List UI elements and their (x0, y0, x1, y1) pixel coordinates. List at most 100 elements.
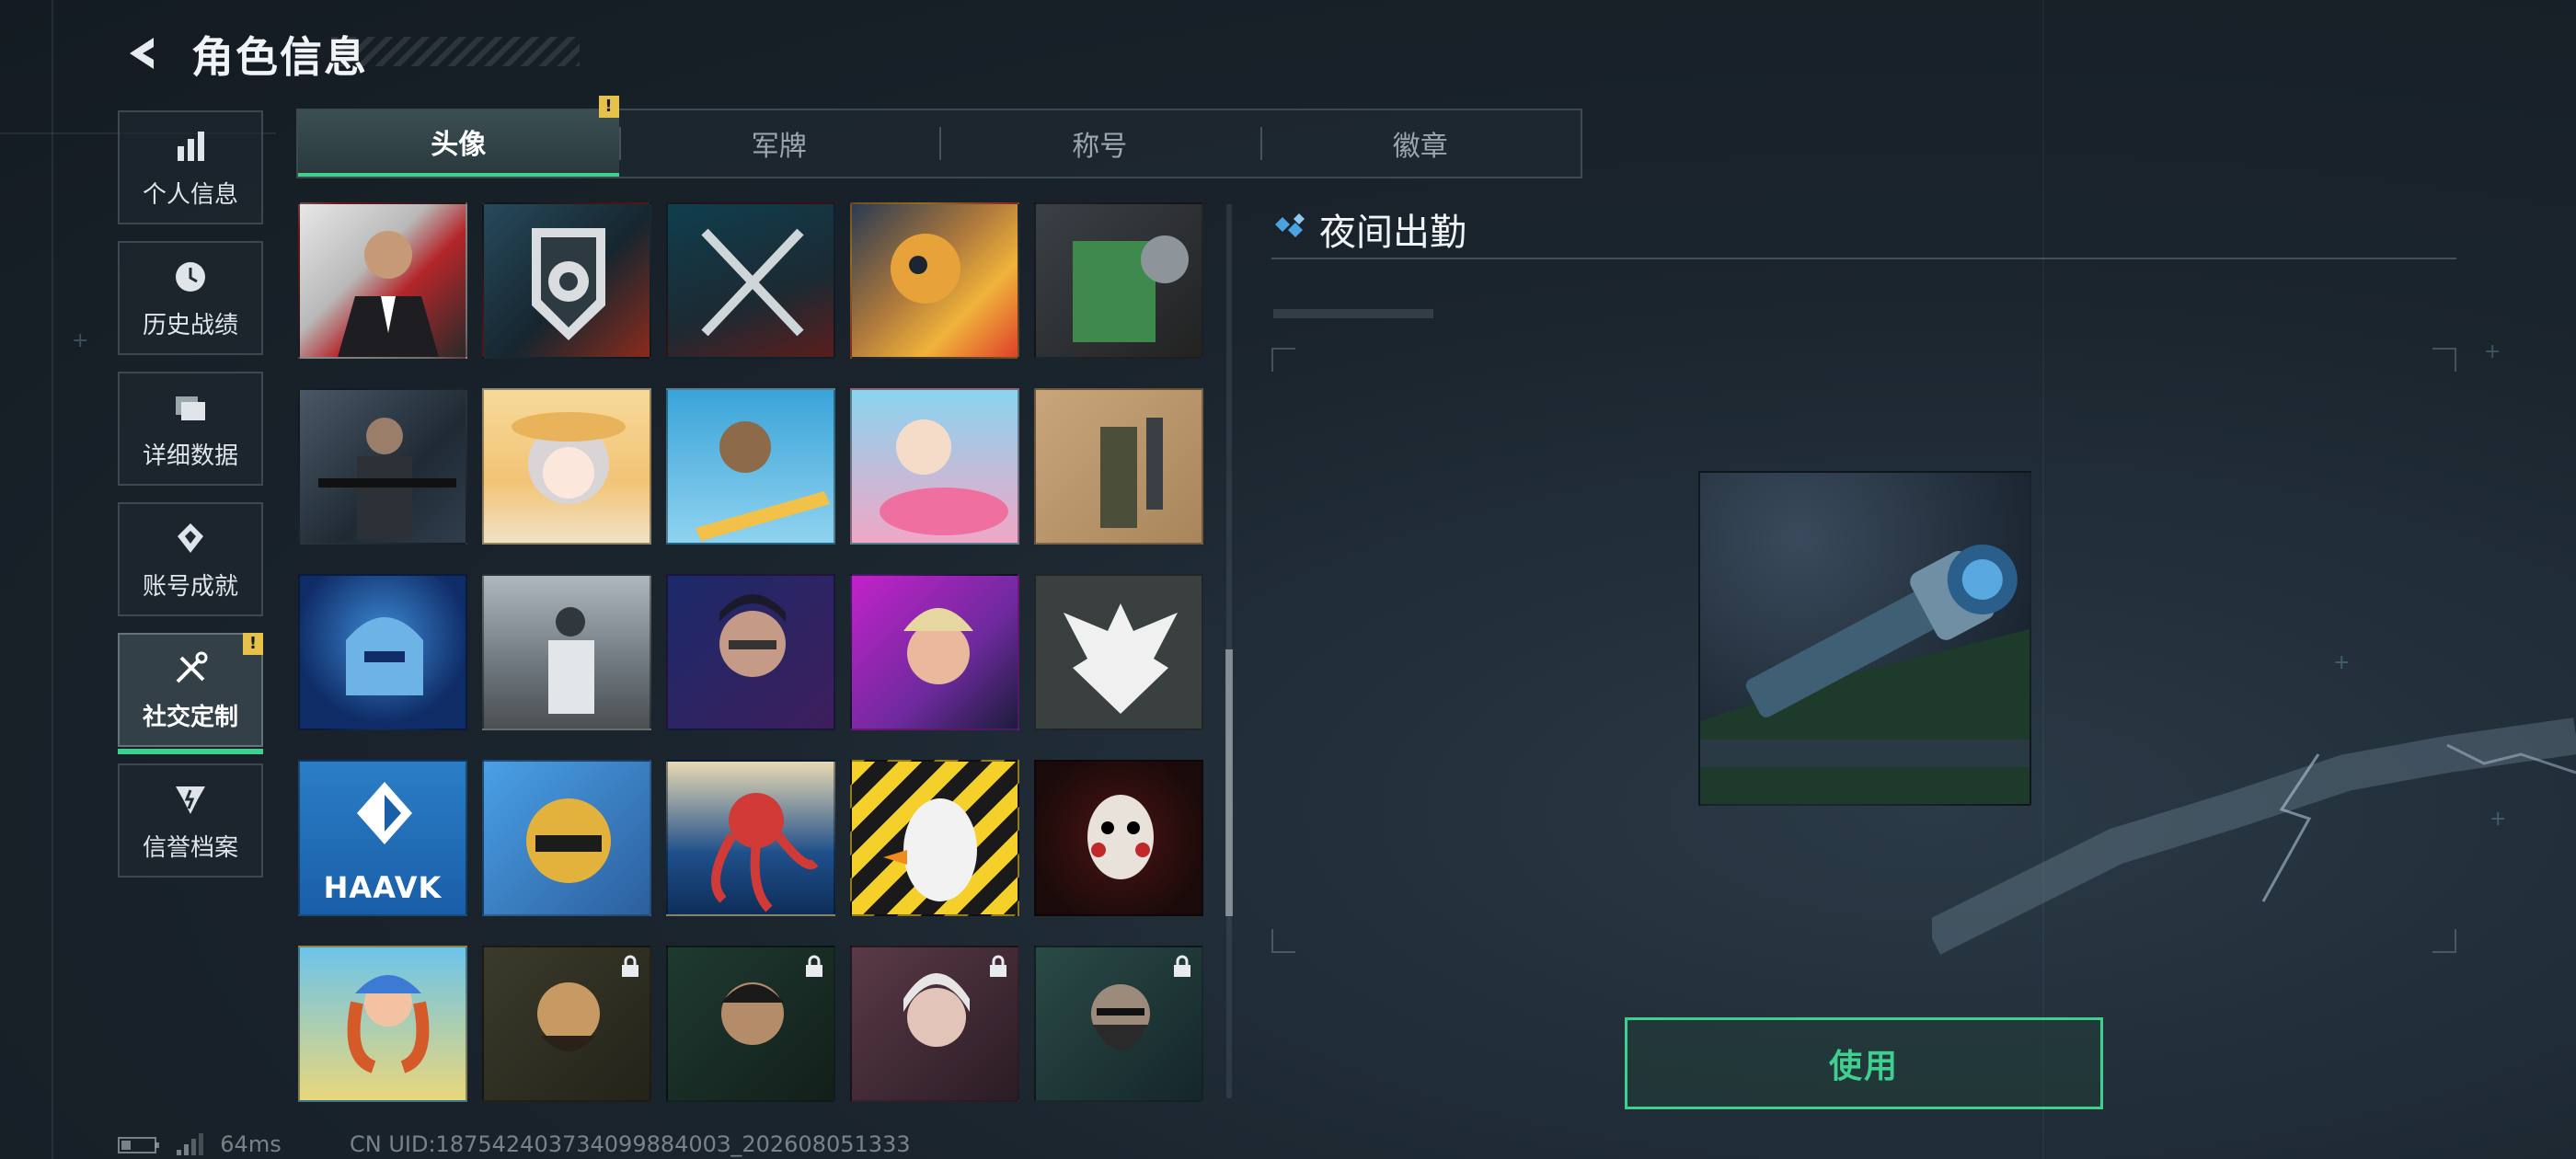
avatar-option[interactable] (482, 202, 651, 359)
use-button-label: 使用 (1828, 1048, 1899, 1085)
sidebar-item-label: 社交定制 (142, 703, 238, 731)
status-bar: 64ms (118, 1131, 282, 1157)
lock-icon (806, 955, 822, 977)
history-icon (170, 257, 211, 297)
detail-description-placeholder (1273, 309, 1433, 318)
sidebar-item-label: 历史战绩 (142, 311, 238, 339)
sidebar-item-label: 详细数据 (142, 442, 238, 470)
avatar-option[interactable] (850, 946, 1019, 1102)
tab-label: 称号 (1072, 131, 1128, 163)
avatar-option[interactable] (1034, 946, 1203, 1102)
avatar-option[interactable] (666, 202, 835, 359)
battery-icon (118, 1137, 159, 1153)
soldier-rifle-image (318, 418, 456, 539)
tab-label: 徽章 (1392, 131, 1448, 163)
sidebar-item-history[interactable]: 历史战绩 (118, 241, 263, 355)
cartoon-robot-image (891, 234, 960, 304)
lock-icon (990, 955, 1006, 977)
avatar-option[interactable] (482, 760, 651, 916)
puppet-mask-image (1087, 795, 1154, 879)
folder-icon (170, 387, 211, 428)
warning-badge: ! (243, 633, 263, 655)
white-eagle-emblem-image (1064, 603, 1178, 714)
avatar-option[interactable] (482, 388, 651, 545)
avatar-grid: HAAVK (298, 202, 1211, 1102)
avatar-option[interactable] (1034, 388, 1203, 545)
detail-divider (1271, 258, 2456, 259)
sidebar-item-social-custom[interactable]: 社交定制 ! (118, 633, 263, 754)
title-hatch-decoration (331, 37, 580, 66)
goose-caution-tape-image (883, 798, 977, 901)
sidebar-item-details[interactable]: 详细数据 (118, 372, 263, 486)
avatar-option[interactable] (1034, 202, 1203, 359)
avatar-option[interactable] (482, 574, 651, 730)
blue-armor-helmet-image (346, 617, 423, 695)
achievement-icon (170, 518, 211, 558)
crossed-swords-image (701, 228, 804, 337)
use-button[interactable]: 使用 (1625, 1017, 2103, 1109)
diamond-icon (1275, 213, 1305, 237)
lock-icon (1174, 955, 1190, 977)
avatar-option[interactable] (850, 760, 1019, 916)
avatar-option[interactable] (482, 946, 651, 1102)
golden-crown-character-image (526, 798, 611, 883)
sidebar-item-achievements[interactable]: 账号成就 (118, 502, 263, 616)
sidebar-item-label: 信誉档案 (142, 833, 238, 862)
avatar-option[interactable] (666, 388, 835, 545)
haavk-logo-text: HAAVK (323, 870, 443, 905)
chibi-flamingo-float-image (880, 419, 1008, 535)
avatar-option[interactable] (298, 202, 467, 359)
lock-icon (622, 955, 638, 977)
green-crate-soldier-image (1073, 235, 1189, 342)
sidebar-item-label: 个人信息 (142, 180, 238, 209)
avatar-option[interactable]: HAAVK (298, 760, 467, 916)
bar-chart-icon (170, 126, 211, 166)
soldier-climbing-image (1100, 418, 1163, 528)
avatar-portrait (338, 231, 439, 357)
signal-icon (176, 1133, 203, 1155)
back-button[interactable] (118, 28, 169, 79)
decor-line (52, 0, 53, 1159)
avatar-option[interactable] (298, 946, 467, 1102)
category-tabs: 头像 军牌 ! 称号 徽章 (296, 96, 1582, 178)
avatar-option[interactable] (850, 202, 1019, 359)
tab-label: 军牌 (751, 131, 807, 163)
tab-avatar[interactable]: 头像 (298, 110, 619, 177)
sidebar-item-personal-info[interactable]: 个人信息 (118, 110, 263, 224)
sniper-scope-image (1700, 544, 2030, 804)
man-with-glasses-image (719, 594, 786, 677)
user-uid: CN UID:18754240373409988400З_20260805133… (350, 1131, 911, 1157)
tools-icon (170, 648, 211, 689)
sidebar-item-label: 账号成就 (142, 572, 238, 601)
man-in-chair-image (548, 607, 594, 714)
avatar-option[interactable] (1034, 760, 1203, 916)
crosshair-icon: + (72, 329, 89, 352)
ping-value: 64ms (220, 1131, 282, 1157)
sidebar-item-reputation[interactable]: 信誉档案 (118, 763, 263, 878)
avatar-option[interactable] (666, 946, 835, 1102)
warning-badge: ! (598, 96, 619, 118)
avatar-option[interactable] (1034, 574, 1203, 730)
red-octopus-image (711, 793, 819, 912)
tab-badge[interactable]: 徽章 (1259, 110, 1581, 177)
season-6-badge-image (532, 228, 605, 340)
avatar-option[interactable] (850, 388, 1019, 545)
avatar-option[interactable] (298, 574, 467, 730)
avatar-option[interactable] (298, 388, 467, 545)
grid-scrollbar-thumb[interactable] (1225, 649, 1233, 916)
tab-label: 头像 (431, 129, 487, 161)
avatar-option[interactable] (666, 574, 835, 730)
chibi-surfer-image (696, 421, 830, 541)
tab-military-tag[interactable]: 军牌 ! (598, 96, 940, 177)
avatar-option[interactable] (666, 760, 835, 916)
detail-title: 夜间出勤 (1319, 212, 1466, 254)
selected-avatar-preview (1698, 471, 2031, 806)
back-arrow-icon (130, 38, 154, 69)
avatar-option[interactable] (850, 574, 1019, 730)
reputation-icon (170, 779, 211, 820)
woman-with-goggles-image (903, 608, 973, 684)
chibi-beach-girl-image (512, 412, 626, 504)
crosshair-icon: + (2484, 340, 2501, 363)
tab-title[interactable]: 称号 (939, 110, 1260, 177)
redhead-girl-cap-image (347, 975, 430, 1073)
